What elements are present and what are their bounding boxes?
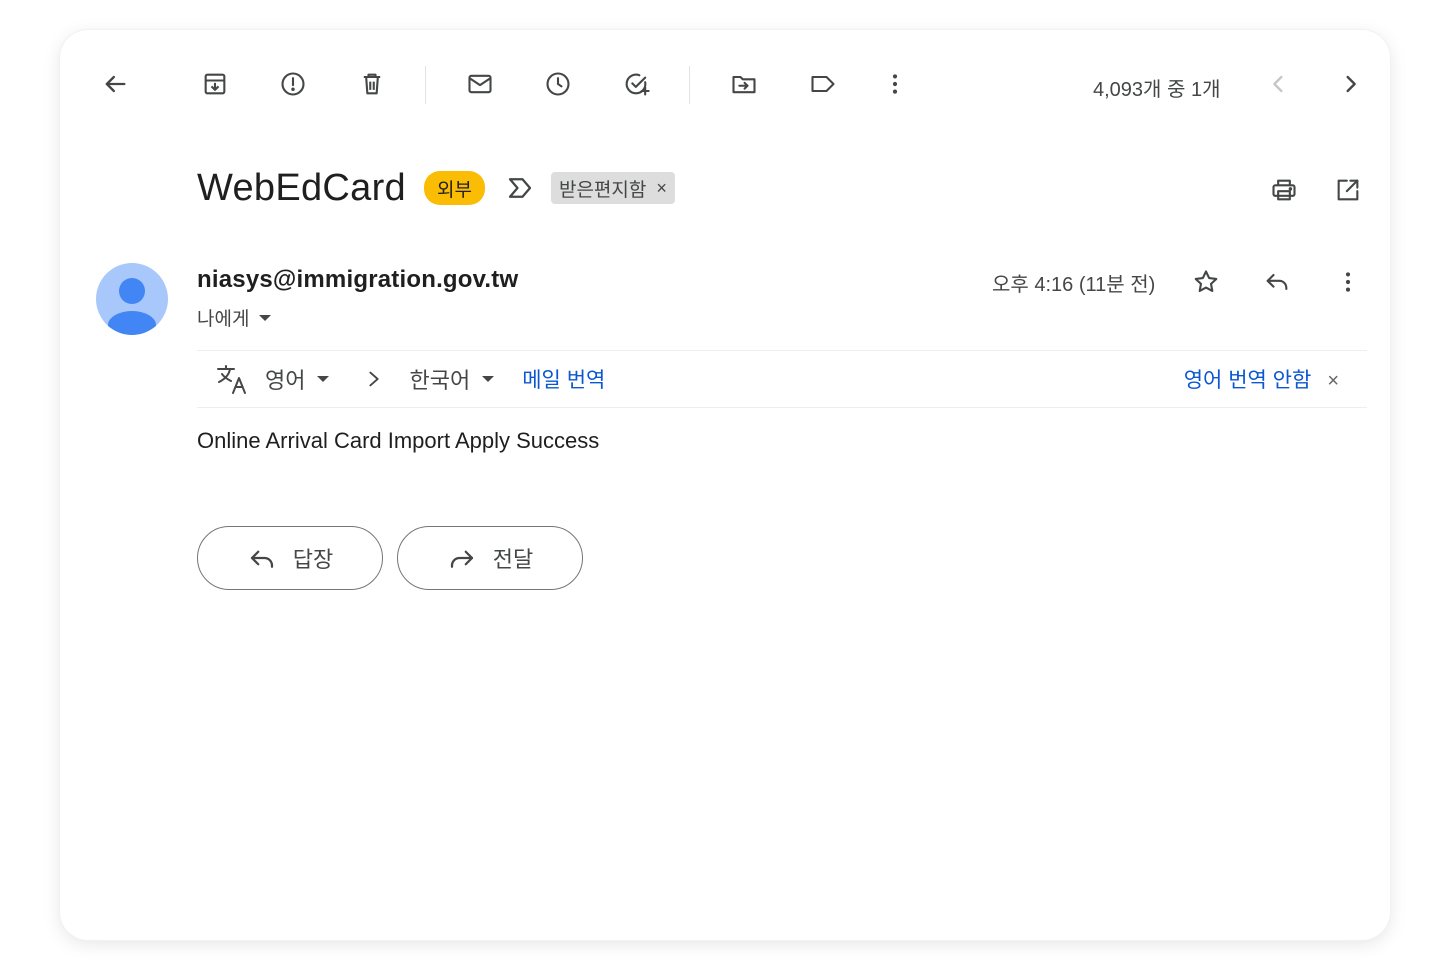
delete-button[interactable] (350, 62, 394, 106)
translate-message-link[interactable]: 메일 번역 (522, 364, 605, 394)
recipient-label: 나에게 (197, 309, 250, 330)
message-more-button[interactable] (1326, 260, 1370, 304)
snooze-button[interactable] (536, 62, 580, 106)
recipient-details-toggle[interactable]: 나에게 (197, 304, 272, 331)
toolbar-divider (689, 66, 690, 104)
toolbar: 4,093개 중 1개 (60, 62, 1390, 108)
pager-count: 4,093개 중 1개 (1093, 79, 1221, 101)
archive-icon (204, 73, 226, 95)
email-body: Online Arrival Card Import Apply Success (197, 428, 600, 453)
email-subject: WebEdCard (197, 166, 406, 209)
older-button[interactable] (1328, 62, 1372, 106)
open-in-new-icon (1337, 179, 1359, 201)
inbox-label-chip: 받은편지함 × (550, 172, 675, 204)
source-language-label: 영어 (265, 368, 306, 393)
reply-icon (250, 550, 273, 568)
reply-button-label: 답장 (292, 547, 334, 572)
report-spam-button[interactable] (271, 62, 315, 106)
reply-icon-button[interactable] (1255, 260, 1299, 304)
chevron-left-icon (1273, 75, 1283, 93)
forward-button[interactable]: 전달 (397, 526, 583, 590)
translate-right-actions: 영어 번역 안함 × (1184, 351, 1339, 407)
importance-marker[interactable] (503, 173, 537, 203)
more-vert-icon (892, 74, 898, 94)
reply-button[interactable]: 답장 (197, 526, 383, 590)
external-badge: 외부 (424, 171, 485, 205)
target-language-select[interactable]: 한국어 (409, 363, 495, 395)
translate-bar: 영어 한국어 메일 번역 영어 번역 안함 × (197, 350, 1367, 408)
delete-icon (363, 73, 381, 95)
toolbar-divider (425, 66, 426, 104)
importance-icon (508, 178, 532, 198)
open-new-window-button[interactable] (1326, 168, 1370, 212)
chevron-right-icon (1346, 75, 1356, 93)
caret-down-icon (317, 376, 330, 382)
reply-forward-row: 답장 전달 (197, 526, 583, 590)
move-to-icon (732, 75, 756, 94)
never-translate-link[interactable]: 영어 번역 안함 (1184, 364, 1312, 394)
forward-button-label: 전달 (492, 547, 534, 572)
remove-label-button[interactable]: × (656, 178, 667, 199)
sender-email[interactable]: niasys@immigration.gov.tw (197, 266, 518, 294)
sender-avatar[interactable] (96, 263, 168, 335)
subject-actions (1262, 168, 1370, 212)
more-options-button[interactable] (873, 62, 917, 106)
mark-unread-button[interactable] (458, 62, 502, 106)
star-icon (1194, 270, 1218, 293)
inbox-label-text: 받은편지함 (558, 179, 647, 201)
label-button[interactable] (801, 62, 845, 106)
newer-button[interactable] (1257, 62, 1301, 106)
report-spam-icon (281, 72, 305, 96)
caret-down-icon (482, 376, 495, 382)
email-time: 오후 4:16 (11분 전) (992, 274, 1156, 296)
more-vert-icon (1345, 272, 1351, 292)
label-icon (811, 75, 835, 93)
person-icon (108, 278, 156, 335)
add-task-button[interactable] (615, 62, 659, 106)
reply-icon (1266, 273, 1288, 291)
print-icon (1272, 179, 1296, 201)
email-view-card: 4,093개 중 1개 WebEdCard 외부 받은편지함 × niasys@… (60, 30, 1390, 940)
subject-row: WebEdCard 외부 받은편지함 × (197, 162, 675, 214)
archive-button[interactable] (193, 62, 237, 106)
snooze-icon (546, 72, 570, 96)
back-arrow-icon (105, 75, 126, 93)
source-language-select[interactable]: 영어 (265, 363, 330, 395)
print-button[interactable] (1262, 168, 1306, 212)
star-button[interactable] (1184, 260, 1228, 304)
mark-unread-icon (468, 74, 492, 94)
move-to-button[interactable] (722, 62, 766, 106)
chevron-right-icon (363, 364, 385, 394)
caret-down-icon (259, 314, 272, 321)
target-language-label: 한국어 (409, 368, 471, 393)
back-button[interactable] (93, 62, 137, 106)
message-actions (1184, 260, 1370, 304)
add-task-icon (625, 73, 650, 96)
forward-icon (450, 550, 473, 568)
close-translate-button[interactable]: × (1327, 370, 1339, 393)
translate-icon (217, 365, 246, 394)
